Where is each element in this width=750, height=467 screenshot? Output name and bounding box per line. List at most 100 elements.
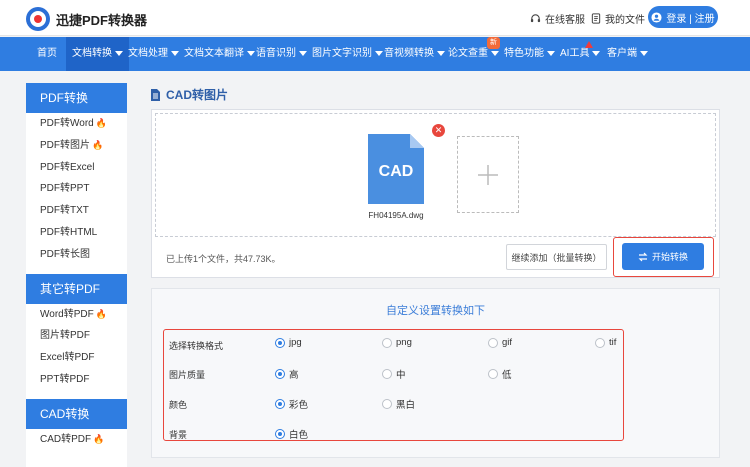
main-nav: 首页 文档转换 文档处理 文档文本翻译 语音识别 图片文字识别 音视频转换 论文…: [0, 37, 750, 71]
nav-label: 客户端: [607, 48, 637, 59]
sidebar-item-ppt-to-pdf[interactable]: PPT转PDF: [26, 369, 127, 391]
quality-label: 图片质量: [169, 370, 206, 380]
settings-title: 自定义设置转换如下: [386, 305, 485, 317]
fire-icon: 🔥: [93, 433, 105, 444]
sidebar-item-excel-to-pdf[interactable]: Excel转PDF: [26, 347, 127, 369]
nav-item-document-process[interactable]: 文档处理: [128, 37, 179, 71]
option-label: 低: [502, 370, 512, 381]
online-support-link[interactable]: 在线客服: [530, 11, 585, 26]
nav-label: 特色功能: [504, 48, 544, 59]
option-label: 中: [396, 370, 406, 381]
option-label: gif: [502, 337, 513, 348]
sidebar-item-label: PDF转Excel: [40, 161, 95, 173]
background-option-white[interactable]: 白色: [275, 427, 308, 441]
option-label: jpg: [289, 337, 302, 348]
nav-item-ocr[interactable]: 图片文字识别: [312, 37, 383, 71]
my-files-link[interactable]: 我的文件: [591, 11, 645, 26]
format-label: 选择转换格式: [169, 341, 224, 351]
app-name: 迅捷PDF转换器: [56, 12, 148, 28]
nav-label: 首页: [37, 48, 57, 59]
file-name: FH04195A.dwg: [368, 211, 424, 220]
radio-selected-icon: [275, 429, 285, 439]
format-option-tif[interactable]: tif: [595, 337, 616, 348]
file-icon: [151, 88, 160, 101]
nav-item-ai-tools[interactable]: AI工具: [560, 37, 601, 71]
chevron-down-icon: [375, 50, 383, 56]
radio-icon: [382, 337, 392, 348]
quality-option-medium[interactable]: 中: [382, 367, 406, 381]
sidebar-section-title: PDF转换: [26, 83, 127, 113]
fire-icon: 🔥: [92, 139, 104, 150]
sidebar-item-label: PDF转HTML: [40, 226, 98, 238]
nav-item-features[interactable]: 特色功能: [504, 37, 555, 71]
page-title-text: CAD转图片: [166, 88, 228, 102]
sidebar-item-image-to-pdf[interactable]: 图片转PDF: [26, 325, 127, 347]
chevron-down-icon: [640, 50, 648, 56]
document-icon: [591, 13, 601, 24]
uploaded-file-thumbnail[interactable]: CAD: [368, 134, 424, 204]
nav-item-translation[interactable]: 文档文本翻译: [184, 37, 255, 71]
option-label: png: [396, 337, 412, 348]
page-title: CAD转图片: [150, 86, 228, 103]
sidebar-item-pdf-to-word[interactable]: PDF转Word 🔥: [26, 113, 127, 135]
chevron-down-icon: [115, 50, 123, 56]
sidebar: PDF转换 PDF转Word 🔥 PDF转图片 🔥 PDF转Excel PDF转PP…: [26, 83, 127, 467]
nav-label: AI工具: [560, 48, 590, 59]
color-option-bw[interactable]: 黑白: [382, 397, 415, 411]
option-label: 高: [289, 370, 299, 381]
format-option-png[interactable]: png: [382, 337, 412, 348]
sidebar-item-label: PDF转图片: [40, 139, 90, 151]
radio-icon: [382, 369, 392, 379]
sidebar-item-cad-to-pdf[interactable]: CAD转PDF 🔥: [26, 429, 127, 451]
background-label: 背景: [169, 430, 188, 440]
remove-file-button[interactable]: ✕: [432, 124, 445, 137]
user-icon: [651, 11, 662, 23]
hot-marker-icon: [585, 41, 593, 48]
cad-file-icon-text: CAD: [379, 163, 414, 180]
chevron-down-icon: [171, 50, 179, 56]
continue-add-button[interactable]: 继续添加（批量转换）: [506, 244, 607, 270]
chevron-down-icon: [247, 50, 255, 56]
sidebar-item-pdf-to-image[interactable]: PDF转图片 🔥: [26, 135, 127, 157]
start-convert-button[interactable]: 开始转换: [622, 243, 704, 270]
nav-label: 文档文本翻译: [184, 48, 244, 59]
radio-icon: [382, 399, 392, 409]
top-bar: 迅捷PDF转换器 在线客服 我的文件 登录 | 注册: [0, 0, 750, 36]
nav-item-document-convert[interactable]: 文档转换: [66, 37, 129, 71]
login-register-label: 登录 | 注册: [666, 13, 715, 25]
online-support-label: 在线客服: [545, 15, 585, 26]
radio-selected-icon: [275, 399, 285, 409]
format-option-gif[interactable]: gif: [488, 337, 512, 348]
sidebar-item-pdf-to-ppt[interactable]: PDF转PPT: [26, 178, 127, 200]
add-file-button[interactable]: [457, 136, 519, 213]
nav-label: 文档转换: [72, 48, 112, 59]
sidebar-item-pdf-to-long-image[interactable]: PDF转长图: [26, 244, 127, 266]
nav-item-home[interactable]: 首页: [37, 37, 57, 71]
option-label: 彩色: [289, 400, 309, 411]
sidebar-item-word-to-pdf[interactable]: Word转PDF 🔥: [26, 304, 127, 326]
color-option-color[interactable]: 彩色: [275, 397, 308, 411]
login-register-button[interactable]: 登录 | 注册: [648, 6, 718, 28]
format-option-jpg[interactable]: jpg: [275, 337, 302, 348]
app-logo[interactable]: 迅捷PDF转换器: [26, 7, 147, 31]
sidebar-item-pdf-to-html[interactable]: PDF转HTML: [26, 222, 127, 244]
nav-item-speech[interactable]: 语音识别: [256, 37, 307, 71]
sidebar-item-label: PDF转PPT: [40, 183, 90, 195]
sidebar-item-label: CAD转PDF: [40, 433, 92, 445]
headset-icon: [530, 14, 541, 23]
cad-file-icon: CAD: [368, 134, 424, 204]
quality-option-high[interactable]: 高: [275, 367, 299, 381]
nav-label: 文档处理: [128, 48, 168, 59]
nav-item-client[interactable]: 客户端: [607, 37, 648, 71]
sidebar-item-label: PPT转PDF: [40, 373, 90, 385]
start-convert-label: 开始转换: [651, 252, 688, 262]
nav-item-av-convert[interactable]: 音视频转换: [384, 37, 445, 71]
sidebar-item-label: PDF转长图: [40, 248, 90, 260]
sidebar-item-pdf-to-txt[interactable]: PDF转TXT: [26, 200, 127, 222]
quality-option-low[interactable]: 低: [488, 367, 512, 381]
sidebar-item-pdf-to-excel[interactable]: PDF转Excel: [26, 157, 127, 179]
sidebar-section-title: 其它转PDF: [26, 273, 127, 304]
radio-selected-icon: [275, 337, 285, 348]
close-icon: ✕: [434, 125, 443, 135]
sidebar-divider: [26, 266, 127, 274]
